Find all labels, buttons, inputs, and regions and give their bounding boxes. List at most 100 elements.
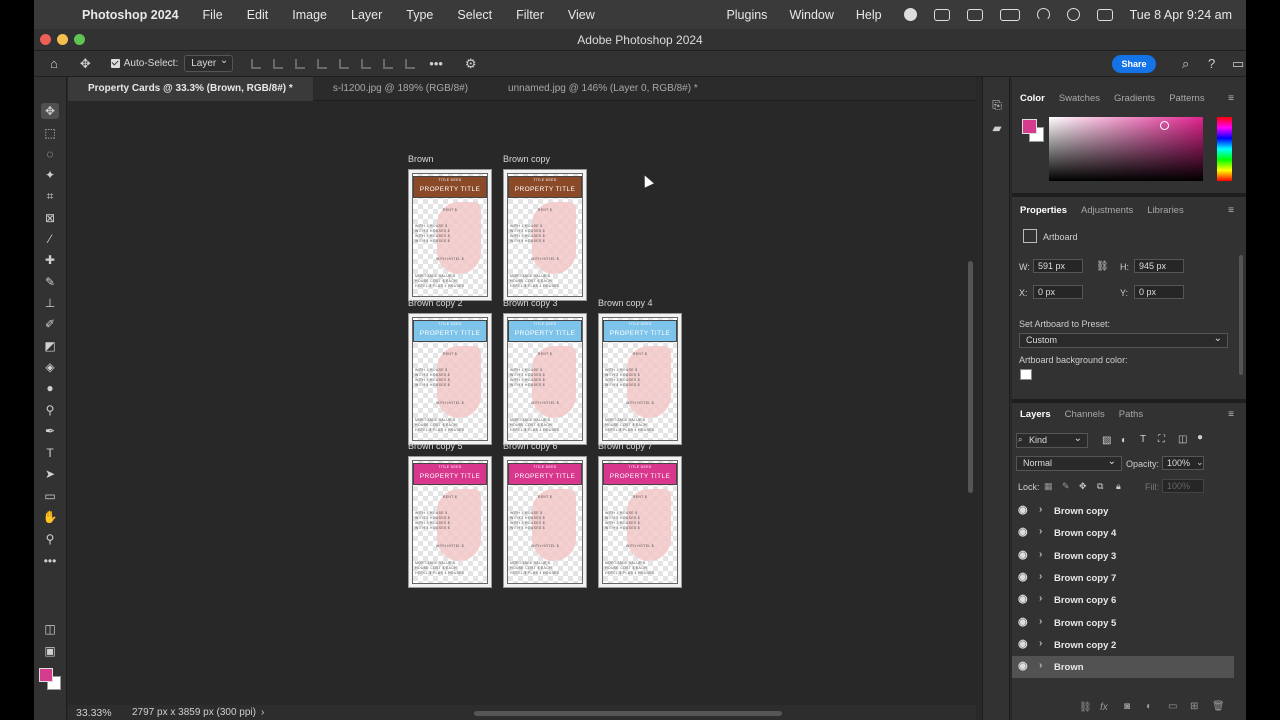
menu-plugins[interactable]: Plugins: [726, 8, 767, 22]
move-tool-icon[interactable]: ✥: [41, 103, 59, 119]
menu-edit[interactable]: Edit: [247, 8, 269, 22]
distribute-vertical-icon[interactable]: [405, 58, 416, 69]
lock-transparent-icon[interactable]: ▦: [1044, 481, 1053, 492]
link-layers-icon[interactable]: ⛓: [1079, 702, 1092, 713]
menu-layer[interactable]: Layer: [351, 8, 382, 22]
layer-row[interactable]: ◉ › Brown copy 3: [1012, 545, 1234, 567]
artboard-card[interactable]: TITLE DEED PROPERTY TITLE RENT $ WITH 1 …: [503, 169, 587, 301]
eraser-tool-icon[interactable]: ◩: [41, 338, 59, 354]
chevron-right-icon[interactable]: ›: [1039, 549, 1042, 560]
history-brush-tool-icon[interactable]: ✐: [41, 316, 59, 332]
battery-icon[interactable]: [999, 8, 1020, 21]
frame-tool-icon[interactable]: ⊠: [41, 210, 59, 226]
visibility-eye-icon[interactable]: ◉: [1018, 594, 1029, 605]
tab-property-cards[interactable]: Property Cards @ 33.3% (Brown, RGB/8#) *: [68, 77, 313, 101]
blur-tool-icon[interactable]: ●: [41, 380, 59, 396]
wifi-icon[interactable]: [1036, 8, 1050, 21]
auto-select-dropdown[interactable]: Layer: [184, 55, 234, 72]
menu-view[interactable]: View: [568, 8, 595, 22]
search-icon[interactable]: ⌕: [1182, 56, 1189, 72]
help-icon[interactable]: ?: [1208, 56, 1215, 71]
auto-select-checkbox[interactable]: [110, 59, 120, 68]
artboard-label[interactable]: Brown copy 2: [408, 298, 463, 308]
link-dimensions-icon[interactable]: ⛓: [1096, 261, 1109, 272]
color-spectrum-field[interactable]: [1049, 117, 1203, 181]
quick-mask-icon[interactable]: ◫: [41, 621, 59, 637]
visibility-eye-icon[interactable]: ◉: [1018, 638, 1029, 650]
chevron-right-icon[interactable]: ›: [1039, 616, 1042, 627]
filter-type-icon[interactable]: T: [1140, 434, 1146, 445]
filter-shape-icon[interactable]: ⛶: [1158, 434, 1165, 445]
layer-style-icon[interactable]: fx: [1100, 702, 1108, 713]
distribute-icon[interactable]: [317, 58, 328, 69]
eyedropper-tool-icon[interactable]: ⁄: [41, 231, 59, 247]
menu-filter[interactable]: Filter: [516, 8, 544, 22]
chevron-right-icon[interactable]: ›: [1039, 638, 1042, 649]
align-left-icon[interactable]: [251, 58, 262, 69]
zoom-window-button[interactable]: [74, 34, 85, 45]
align-right-icon[interactable]: [295, 58, 306, 69]
layer-row[interactable]: ◉ › Brown copy: [1012, 500, 1234, 522]
artboard-label[interactable]: Brown copy 7: [598, 441, 653, 451]
tab-swatches[interactable]: Swatches: [1059, 93, 1100, 104]
tab-paths[interactable]: Paths: [1119, 409, 1143, 420]
control-center-icon[interactable]: [1096, 8, 1113, 21]
tab-gradients[interactable]: Gradients: [1114, 93, 1155, 104]
new-group-icon[interactable]: ▭: [1168, 701, 1177, 712]
layer-row[interactable]: ◉ › Brown copy 7: [1012, 567, 1234, 589]
foreground-color-swatch[interactable]: [39, 668, 53, 682]
add-mask-icon[interactable]: ◙: [1124, 701, 1130, 712]
stamp-tool-icon[interactable]: ⊥: [41, 295, 59, 311]
artboard-label[interactable]: Brown copy 6: [503, 441, 558, 451]
chevron-right-icon[interactable]: ›: [1039, 504, 1042, 515]
fill-field[interactable]: 100%: [1162, 479, 1204, 493]
visibility-eye-icon[interactable]: ◉: [1018, 527, 1029, 538]
y-field[interactable]: 0 px: [1134, 285, 1184, 299]
artboard-card[interactable]: TITLE DEED PROPERTY TITLE RENT $ WITH 1 …: [503, 456, 587, 588]
align-middle-icon[interactable]: [361, 58, 372, 69]
chevron-right-icon[interactable]: ›: [1039, 593, 1042, 604]
workspace-icon[interactable]: ▭: [1232, 56, 1244, 72]
visibility-eye-icon[interactable]: ◉: [1018, 661, 1029, 672]
history-panel-icon[interactable]: ⎘: [988, 97, 1006, 113]
menu-help[interactable]: Help: [856, 8, 882, 22]
align-bottom-icon[interactable]: [383, 58, 394, 69]
pen-tool-icon[interactable]: ✒: [41, 423, 59, 439]
document-canvas[interactable]: Brown TITLE DEED PROPERTY TITLE RENT $ W…: [68, 101, 964, 705]
filter-toggle-icon[interactable]: ●: [1197, 432, 1203, 443]
artboard-card[interactable]: TITLE DEED PROPERTY TITLE RENT $ WITH 1 …: [598, 313, 682, 445]
properties-scrollbar[interactable]: [1239, 255, 1243, 375]
visibility-eye-icon[interactable]: ◉: [1018, 549, 1029, 561]
display-icon[interactable]: [966, 8, 983, 21]
lock-position-icon[interactable]: ✥: [1079, 481, 1087, 492]
object-select-tool-icon[interactable]: ✦: [41, 167, 59, 183]
tab-libraries[interactable]: Libraries: [1147, 205, 1183, 216]
type-tool-icon[interactable]: T: [41, 445, 59, 461]
apple-icon[interactable]: [52, 8, 66, 22]
settings-gear-icon[interactable]: ⚙: [465, 56, 477, 72]
screen-mode-icon[interactable]: ▣: [41, 643, 59, 659]
properties-panel-menu-icon[interactable]: ≡: [1228, 205, 1234, 216]
brush-tool-icon[interactable]: ✎: [41, 274, 59, 290]
height-field[interactable]: 945 px: [1134, 259, 1184, 273]
tab-color[interactable]: Color: [1020, 93, 1045, 104]
printer-icon[interactable]: [933, 8, 950, 21]
tab-unnamed[interactable]: unnamed.jpg @ 146% (Layer 0, RGB/8#) *: [488, 77, 718, 101]
visibility-eye-icon[interactable]: ◉: [1018, 505, 1029, 516]
width-field[interactable]: 591 px: [1033, 259, 1083, 273]
layer-row[interactable]: ◉ › Brown copy 6: [1012, 589, 1234, 611]
layer-row[interactable]: ◉ › Brown copy 5: [1012, 612, 1234, 634]
menu-file[interactable]: File: [203, 8, 223, 22]
color-picker-handle[interactable]: [1160, 121, 1169, 130]
share-button[interactable]: Share: [1112, 55, 1156, 73]
menu-image[interactable]: Image: [292, 8, 327, 22]
tab-layers[interactable]: Layers: [1020, 409, 1051, 420]
menu-app-name[interactable]: Photoshop 2024: [82, 8, 179, 22]
path-select-tool-icon[interactable]: ➤: [41, 466, 59, 482]
menu-select[interactable]: Select: [457, 8, 492, 22]
menu-clock[interactable]: Tue 8 Apr 9:24 am: [1130, 8, 1232, 22]
tab-adjustments[interactable]: Adjustments: [1081, 205, 1133, 216]
artboard-card[interactable]: TITLE DEED PROPERTY TITLE RENT $ WITH 1 …: [598, 456, 682, 588]
artboard-card[interactable]: TITLE DEED PROPERTY TITLE RENT $ WITH 1 …: [408, 169, 492, 301]
artboard-card[interactable]: TITLE DEED PROPERTY TITLE RENT $ WITH 1 …: [408, 456, 492, 588]
